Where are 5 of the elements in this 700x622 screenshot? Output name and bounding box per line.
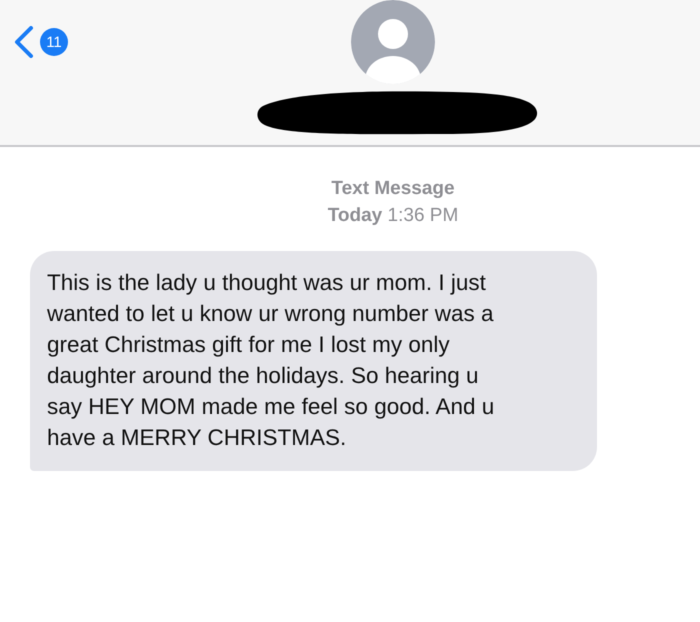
- timestamp: Today 1:36 PM: [326, 204, 460, 228]
- message-bubble: This is the lady u thought was ur mom. I just wanted to let u know ur wrong number was a great Christmas gift for me I lost my only daughter around the holidays. So hearing u say HEY MOM made me feel so good. And u have a MERRY CHRISTMAS.: [30, 251, 597, 471]
- back-chevron-icon[interactable]: [14, 26, 34, 58]
- unread-count-badge: 11: [40, 28, 68, 56]
- service-label: Text Message: [330, 177, 456, 201]
